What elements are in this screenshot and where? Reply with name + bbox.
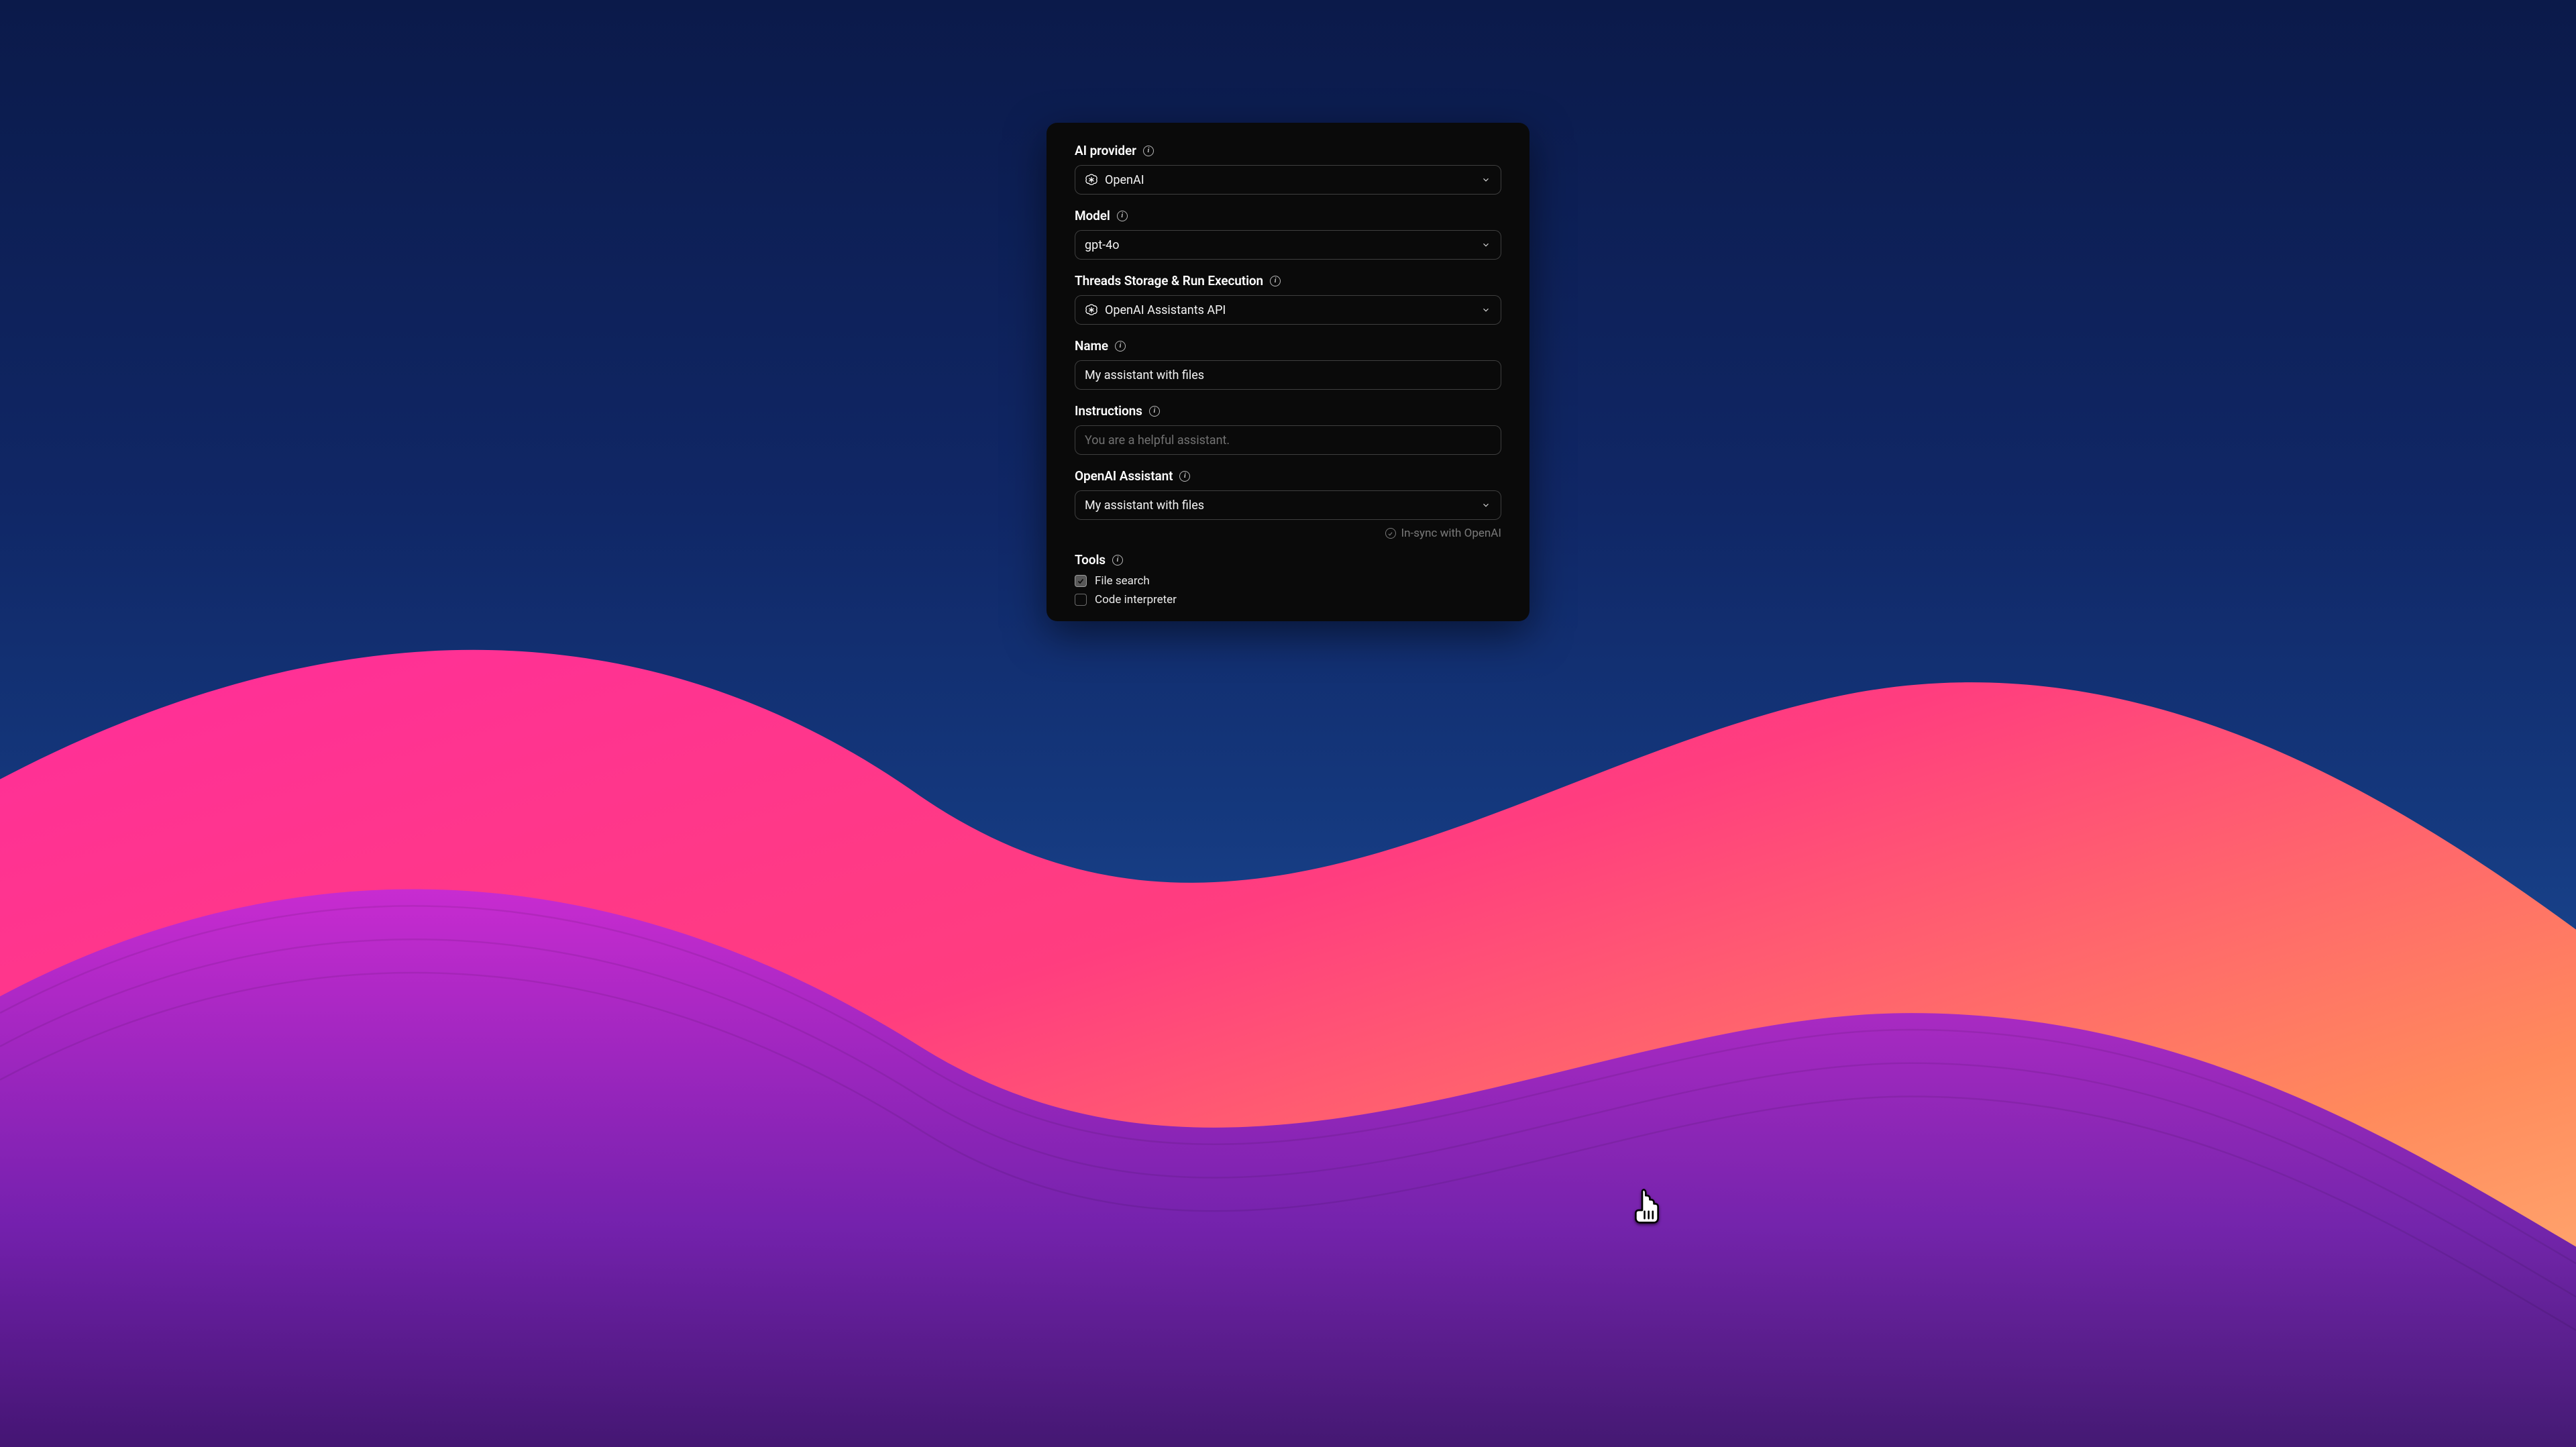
chevron-down-icon (1481, 174, 1491, 185)
code-interpreter-label: Code interpreter (1095, 593, 1177, 606)
chevron-down-icon (1481, 239, 1491, 250)
threads-storage-value: OpenAI Assistants API (1105, 303, 1474, 317)
file-search-checkbox[interactable] (1075, 575, 1087, 587)
model-select[interactable]: gpt-4o (1075, 230, 1501, 260)
chevron-down-icon (1481, 305, 1491, 315)
info-icon[interactable]: i (1143, 146, 1154, 156)
background-wave (0, 579, 2576, 1447)
openai-assistant-value: My assistant with files (1085, 498, 1474, 513)
openai-icon (1085, 173, 1098, 186)
code-interpreter-checkbox[interactable] (1075, 594, 1087, 606)
instructions-label: Instructions (1075, 403, 1142, 419)
info-icon[interactable]: i (1112, 555, 1123, 566)
info-icon[interactable]: i (1149, 406, 1160, 417)
file-search-label: File search (1095, 574, 1150, 588)
threads-storage-label: Threads Storage & Run Execution (1075, 273, 1263, 288)
model-value: gpt-4o (1085, 238, 1474, 252)
threads-storage-select[interactable]: OpenAI Assistants API (1075, 295, 1501, 325)
sync-status: In-sync with OpenAI (1075, 527, 1501, 540)
info-icon[interactable]: i (1117, 211, 1128, 221)
tool-code-interpreter: Code interpreter (1075, 593, 1501, 606)
field-threads-storage: Threads Storage & Run Execution i OpenAI… (1075, 273, 1501, 325)
tool-file-search: File search (1075, 574, 1501, 588)
tools-label: Tools (1075, 552, 1106, 568)
openai-assistant-label: OpenAI Assistant (1075, 468, 1173, 484)
field-name: Name i (1075, 338, 1501, 390)
chevron-down-icon (1481, 500, 1491, 511)
tools-section: Tools i File search Code interpreter (1075, 552, 1501, 606)
ai-provider-select[interactable]: OpenAI (1075, 165, 1501, 195)
info-icon[interactable]: i (1179, 471, 1190, 482)
pointer-cursor-icon (1628, 1187, 1666, 1224)
field-openai-assistant: OpenAI Assistant i My assistant with fil… (1075, 468, 1501, 540)
info-icon[interactable]: i (1270, 276, 1281, 286)
ai-provider-label: AI provider (1075, 143, 1136, 158)
check-circle-icon (1385, 528, 1396, 539)
field-model: Model i gpt-4o (1075, 208, 1501, 260)
settings-panel: AI provider i OpenAI Model i gpt-4o (1046, 123, 1529, 621)
field-ai-provider: AI provider i OpenAI (1075, 143, 1501, 195)
name-label: Name (1075, 338, 1108, 354)
openai-assistant-select[interactable]: My assistant with files (1075, 490, 1501, 520)
name-input[interactable] (1085, 361, 1491, 389)
ai-provider-value: OpenAI (1105, 173, 1474, 187)
model-label: Model (1075, 208, 1110, 223)
name-input-wrapper (1075, 360, 1501, 390)
instructions-input[interactable] (1085, 426, 1491, 454)
info-icon[interactable]: i (1115, 341, 1126, 352)
sync-status-text: In-sync with OpenAI (1401, 527, 1501, 540)
field-instructions: Instructions i (1075, 403, 1501, 455)
instructions-input-wrapper (1075, 425, 1501, 455)
openai-icon (1085, 303, 1098, 317)
